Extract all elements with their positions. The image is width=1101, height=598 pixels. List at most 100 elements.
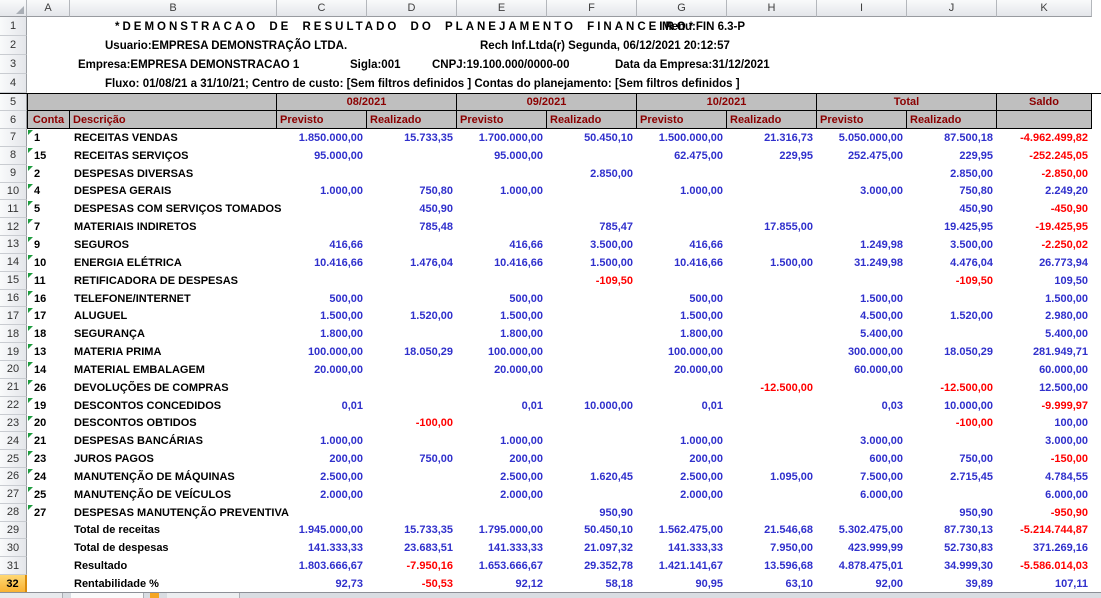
value-cell[interactable]: 141.333,33	[637, 539, 727, 557]
tab-scroll-buttons[interactable]	[0, 593, 63, 598]
row-gutter[interactable]: 5	[0, 94, 27, 111]
value-cell[interactable]: 10.416,66	[457, 254, 547, 272]
descricao-cell[interactable]: ENERGIA ELÉTRICA	[70, 254, 277, 272]
conta-cell[interactable]: 27	[27, 504, 70, 522]
value-cell[interactable]: 3.000,00	[997, 432, 1092, 450]
conta-cell[interactable]: 11	[27, 272, 70, 290]
value-cell[interactable]: 92,12	[457, 575, 547, 593]
value-cell[interactable]: 1.500,00	[637, 307, 727, 325]
value-cell[interactable]: 21.316,73	[727, 129, 817, 147]
value-cell[interactable]: 2.000,00	[277, 486, 367, 504]
value-cell[interactable]: 60.000,00	[817, 361, 907, 379]
value-cell[interactable]: 1.800,00	[277, 325, 367, 343]
value-cell[interactable]: 1.500,00	[277, 307, 367, 325]
previsto-header-sep[interactable]: Previsto	[457, 111, 547, 129]
value-cell[interactable]: 281.949,71	[997, 343, 1092, 361]
value-cell[interactable]: 10.416,66	[637, 254, 727, 272]
column-header-c[interactable]: C	[277, 0, 367, 17]
value-cell[interactable]: 90,95	[637, 575, 727, 593]
value-cell[interactable]: 1.500,00	[727, 254, 817, 272]
value-cell[interactable]: 416,66	[457, 236, 547, 254]
fluxo-cell[interactable]: Fluxo: 01/08/21 a 31/10/21; Centro de cu…	[27, 74, 997, 93]
value-cell[interactable]: 109,50	[997, 272, 1092, 290]
conta-cell[interactable]: 17	[27, 307, 70, 325]
value-cell[interactable]	[277, 272, 367, 290]
value-cell[interactable]: -100,00	[367, 415, 457, 433]
value-cell[interactable]: -150,00	[997, 450, 1092, 468]
realizado-header-sep[interactable]: Realizado	[547, 111, 637, 129]
value-cell[interactable]: 2.980,00	[997, 307, 1092, 325]
value-cell[interactable]	[457, 165, 547, 183]
row-gutter[interactable]: 6	[0, 111, 27, 129]
row-gutter[interactable]: 14	[0, 254, 27, 272]
value-cell[interactable]: 0,03	[817, 397, 907, 415]
value-cell[interactable]: -50,53	[367, 575, 457, 593]
value-cell[interactable]	[457, 415, 547, 433]
value-cell[interactable]: 21.097,32	[547, 539, 637, 557]
value-cell[interactable]	[367, 486, 457, 504]
descricao-cell[interactable]: MATERIA PRIMA	[70, 343, 277, 361]
value-cell[interactable]	[457, 218, 547, 236]
value-cell[interactable]	[277, 415, 367, 433]
value-cell[interactable]	[637, 200, 727, 218]
value-cell[interactable]	[727, 343, 817, 361]
value-cell[interactable]: 1.249,98	[817, 236, 907, 254]
value-cell[interactable]: 4.784,55	[997, 468, 1092, 486]
value-cell[interactable]	[277, 218, 367, 236]
value-cell[interactable]	[817, 504, 907, 522]
value-cell[interactable]	[277, 504, 367, 522]
value-cell[interactable]	[727, 272, 817, 290]
descricao-cell[interactable]: MANUTENÇÃO DE MÁQUINAS	[70, 468, 277, 486]
value-cell[interactable]: 1.500,00	[457, 307, 547, 325]
value-cell[interactable]: 141.333,33	[457, 539, 547, 557]
row-gutter[interactable]: 22	[0, 397, 27, 415]
value-cell[interactable]	[727, 486, 817, 504]
row-gutter[interactable]: 27	[0, 486, 27, 504]
value-cell[interactable]	[367, 325, 457, 343]
value-cell[interactable]: 200,00	[277, 450, 367, 468]
value-cell[interactable]: 1.653.666,67	[457, 557, 547, 575]
saldo-blank-header[interactable]	[997, 111, 1092, 129]
value-cell[interactable]: -19.425,95	[997, 218, 1092, 236]
value-cell[interactable]: -7.950,16	[367, 557, 457, 575]
value-cell[interactable]: 12.500,00	[997, 379, 1092, 397]
column-header-i[interactable]: I	[817, 0, 907, 17]
total-label-cell[interactable]: Resultado	[70, 557, 277, 575]
conta-cell[interactable]: 20	[27, 415, 70, 433]
value-cell[interactable]	[547, 361, 637, 379]
value-cell[interactable]	[727, 307, 817, 325]
value-cell[interactable]: 6.000,00	[997, 486, 1092, 504]
period-header-aug[interactable]: 08/2021	[277, 94, 457, 111]
value-cell[interactable]: 17.855,00	[727, 218, 817, 236]
value-cell[interactable]	[547, 343, 637, 361]
value-cell[interactable]	[547, 432, 637, 450]
row-gutter[interactable]: 25	[0, 450, 27, 468]
conta-cell[interactable]	[27, 539, 70, 557]
value-cell[interactable]: 50.450,10	[547, 129, 637, 147]
value-cell[interactable]: -5.214.744,87	[997, 522, 1092, 540]
value-cell[interactable]	[547, 307, 637, 325]
value-cell[interactable]: 750,80	[907, 183, 997, 201]
descricao-cell[interactable]: ALUGUEL	[70, 307, 277, 325]
descricao-cell[interactable]: DESPESAS DIVERSAS	[70, 165, 277, 183]
value-cell[interactable]	[547, 290, 637, 308]
previsto-header-total[interactable]: Previsto	[817, 111, 907, 129]
value-cell[interactable]: 1.562.475,00	[637, 522, 727, 540]
value-cell[interactable]	[817, 415, 907, 433]
row-gutter[interactable]: 18	[0, 325, 27, 343]
realizado-header-total[interactable]: Realizado	[907, 111, 997, 129]
value-cell[interactable]	[547, 147, 637, 165]
row-gutter[interactable]: 7	[0, 129, 27, 147]
value-cell[interactable]: 92,00	[817, 575, 907, 593]
value-cell[interactable]: 450,90	[907, 200, 997, 218]
value-cell[interactable]: -2.850,00	[997, 165, 1092, 183]
value-cell[interactable]	[727, 504, 817, 522]
realizado-header-oct[interactable]: Realizado	[727, 111, 817, 129]
value-cell[interactable]	[637, 415, 727, 433]
value-cell[interactable]	[727, 397, 817, 415]
value-cell[interactable]	[547, 415, 637, 433]
column-header-f[interactable]: F	[547, 0, 637, 17]
value-cell[interactable]	[727, 415, 817, 433]
period-header-total[interactable]: Total	[817, 94, 997, 111]
value-cell[interactable]: 200,00	[457, 450, 547, 468]
